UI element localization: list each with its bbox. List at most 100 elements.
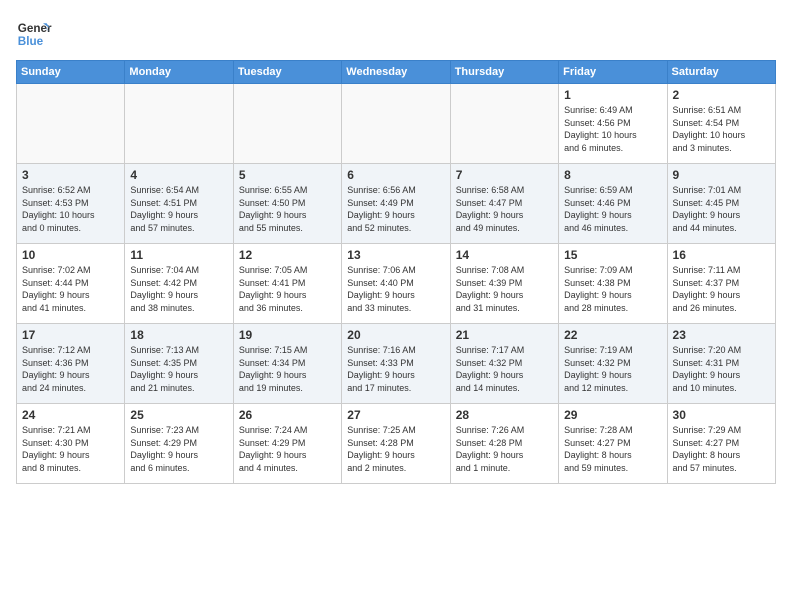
calendar-cell: 5 Sunrise: 6:55 AM Sunset: 4:50 PM Daylig… — [233, 164, 341, 244]
calendar-header-thursday: Thursday — [450, 61, 558, 84]
calendar-header-saturday: Saturday — [667, 61, 775, 84]
day-info: Sunrise: 7:02 AM Sunset: 4:44 PM Dayligh… — [22, 264, 119, 314]
calendar-header-monday: Monday — [125, 61, 233, 84]
calendar-cell — [233, 84, 341, 164]
calendar-cell: 8 Sunrise: 6:59 AM Sunset: 4:46 PM Daylig… — [559, 164, 667, 244]
day-info: Sunrise: 7:12 AM Sunset: 4:36 PM Dayligh… — [22, 344, 119, 394]
calendar-header-sunday: Sunday — [17, 61, 125, 84]
day-number: 14 — [456, 248, 553, 262]
day-info: Sunrise: 6:56 AM Sunset: 4:49 PM Dayligh… — [347, 184, 444, 234]
calendar-cell: 19Sunrise: 7:15 AM Sunset: 4:34 PM Dayli… — [233, 324, 341, 404]
calendar-cell — [17, 84, 125, 164]
day-number: 22 — [564, 328, 661, 342]
logo-icon: General Blue — [16, 16, 52, 52]
calendar-cell: 22Sunrise: 7:19 AM Sunset: 4:32 PM Dayli… — [559, 324, 667, 404]
calendar-cell: 24 Sunrise: 7:21 AM Sunset: 4:30 PM Dayli… — [17, 404, 125, 484]
day-number: 15 — [564, 248, 661, 262]
day-info: Sunrise: 7:06 AM Sunset: 4:40 PM Dayligh… — [347, 264, 444, 314]
calendar-cell: 13 Sunrise: 7:06 AM Sunset: 4:40 PM Dayli… — [342, 244, 450, 324]
calendar-cell: 15Sunrise: 7:09 AM Sunset: 4:38 PM Dayli… — [559, 244, 667, 324]
calendar-cell — [450, 84, 558, 164]
day-info: Sunrise: 6:55 AM Sunset: 4:50 PM Dayligh… — [239, 184, 336, 234]
calendar-cell: 10 Sunrise: 7:02 AM Sunset: 4:44 PM Dayli… — [17, 244, 125, 324]
day-number: 10 — [22, 248, 119, 262]
calendar-cell: 1Sunrise: 6:49 AM Sunset: 4:56 PM Daylig… — [559, 84, 667, 164]
day-number: 21 — [456, 328, 553, 342]
calendar-header-row: SundayMondayTuesdayWednesdayThursdayFrid… — [17, 61, 776, 84]
day-info: Sunrise: 7:29 AM Sunset: 4:27 PM Dayligh… — [673, 424, 770, 474]
calendar-week-row-2: 3Sunrise: 6:52 AM Sunset: 4:53 PM Daylig… — [17, 164, 776, 244]
day-info: Sunrise: 7:01 AM Sunset: 4:45 PM Dayligh… — [673, 184, 770, 234]
day-number: 16 — [673, 248, 770, 262]
day-number: 8 — [564, 168, 661, 182]
day-number: 3 — [22, 168, 119, 182]
day-number: 7 — [456, 168, 553, 182]
calendar-cell: 21 Sunrise: 7:17 AM Sunset: 4:32 PM Dayli… — [450, 324, 558, 404]
calendar-cell: 30 Sunrise: 7:29 AM Sunset: 4:27 PM Dayli… — [667, 404, 775, 484]
calendar-cell: 11 Sunrise: 7:04 AM Sunset: 4:42 PM Dayli… — [125, 244, 233, 324]
day-info: Sunrise: 7:28 AM Sunset: 4:27 PM Dayligh… — [564, 424, 661, 474]
calendar-cell: 16 Sunrise: 7:11 AM Sunset: 4:37 PM Dayli… — [667, 244, 775, 324]
day-number: 4 — [130, 168, 227, 182]
day-info: Sunrise: 7:25 AM Sunset: 4:28 PM Dayligh… — [347, 424, 444, 474]
day-number: 28 — [456, 408, 553, 422]
day-info: Sunrise: 7:05 AM Sunset: 4:41 PM Dayligh… — [239, 264, 336, 314]
calendar-cell: 29 Sunrise: 7:28 AM Sunset: 4:27 PM Dayli… — [559, 404, 667, 484]
day-number: 9 — [673, 168, 770, 182]
day-info: Sunrise: 6:51 AM Sunset: 4:54 PM Dayligh… — [673, 104, 770, 154]
day-info: Sunrise: 7:26 AM Sunset: 4:28 PM Dayligh… — [456, 424, 553, 474]
calendar-header-friday: Friday — [559, 61, 667, 84]
day-number: 6 — [347, 168, 444, 182]
calendar-cell — [342, 84, 450, 164]
day-number: 30 — [673, 408, 770, 422]
day-number: 12 — [239, 248, 336, 262]
calendar-cell: 9 Sunrise: 7:01 AM Sunset: 4:45 PM Daylig… — [667, 164, 775, 244]
logo: General Blue — [16, 16, 52, 52]
day-info: Sunrise: 7:11 AM Sunset: 4:37 PM Dayligh… — [673, 264, 770, 314]
day-number: 13 — [347, 248, 444, 262]
calendar-cell: 28 Sunrise: 7:26 AM Sunset: 4:28 PM Dayli… — [450, 404, 558, 484]
day-info: Sunrise: 7:21 AM Sunset: 4:30 PM Dayligh… — [22, 424, 119, 474]
calendar-cell: 4Sunrise: 6:54 AM Sunset: 4:51 PM Daylig… — [125, 164, 233, 244]
day-number: 18 — [130, 328, 227, 342]
day-number: 2 — [673, 88, 770, 102]
day-info: Sunrise: 7:08 AM Sunset: 4:39 PM Dayligh… — [456, 264, 553, 314]
calendar-cell: 25 Sunrise: 7:23 AM Sunset: 4:29 PM Dayli… — [125, 404, 233, 484]
day-number: 24 — [22, 408, 119, 422]
day-info: Sunrise: 7:24 AM Sunset: 4:29 PM Dayligh… — [239, 424, 336, 474]
calendar-week-row-3: 10 Sunrise: 7:02 AM Sunset: 4:44 PM Dayli… — [17, 244, 776, 324]
day-info: Sunrise: 7:23 AM Sunset: 4:29 PM Dayligh… — [130, 424, 227, 474]
day-info: Sunrise: 7:17 AM Sunset: 4:32 PM Dayligh… — [456, 344, 553, 394]
calendar-week-row-5: 24 Sunrise: 7:21 AM Sunset: 4:30 PM Dayli… — [17, 404, 776, 484]
day-number: 20 — [347, 328, 444, 342]
calendar-cell: 7 Sunrise: 6:58 AM Sunset: 4:47 PM Daylig… — [450, 164, 558, 244]
day-info: Sunrise: 7:04 AM Sunset: 4:42 PM Dayligh… — [130, 264, 227, 314]
calendar-cell: 3Sunrise: 6:52 AM Sunset: 4:53 PM Daylig… — [17, 164, 125, 244]
day-number: 5 — [239, 168, 336, 182]
calendar-cell: 6 Sunrise: 6:56 AM Sunset: 4:49 PM Daylig… — [342, 164, 450, 244]
svg-text:Blue: Blue — [18, 35, 44, 48]
day-number: 27 — [347, 408, 444, 422]
calendar-week-row-1: 1Sunrise: 6:49 AM Sunset: 4:56 PM Daylig… — [17, 84, 776, 164]
calendar-table: SundayMondayTuesdayWednesdayThursdayFrid… — [16, 60, 776, 484]
calendar-cell: 17 Sunrise: 7:12 AM Sunset: 4:36 PM Dayli… — [17, 324, 125, 404]
day-number: 11 — [130, 248, 227, 262]
day-info: Sunrise: 6:58 AM Sunset: 4:47 PM Dayligh… — [456, 184, 553, 234]
day-number: 25 — [130, 408, 227, 422]
day-number: 23 — [673, 328, 770, 342]
day-number: 29 — [564, 408, 661, 422]
calendar-cell: 27 Sunrise: 7:25 AM Sunset: 4:28 PM Dayli… — [342, 404, 450, 484]
day-info: Sunrise: 6:49 AM Sunset: 4:56 PM Dayligh… — [564, 104, 661, 154]
calendar-cell: 26 Sunrise: 7:24 AM Sunset: 4:29 PM Dayli… — [233, 404, 341, 484]
day-info: Sunrise: 7:16 AM Sunset: 4:33 PM Dayligh… — [347, 344, 444, 394]
calendar-cell: 2 Sunrise: 6:51 AM Sunset: 4:54 PM Daylig… — [667, 84, 775, 164]
calendar-cell: 20 Sunrise: 7:16 AM Sunset: 4:33 PM Dayli… — [342, 324, 450, 404]
calendar-cell: 12 Sunrise: 7:05 AM Sunset: 4:41 PM Dayli… — [233, 244, 341, 324]
day-info: Sunrise: 7:13 AM Sunset: 4:35 PM Dayligh… — [130, 344, 227, 394]
day-info: Sunrise: 7:20 AM Sunset: 4:31 PM Dayligh… — [673, 344, 770, 394]
day-info: Sunrise: 6:59 AM Sunset: 4:46 PM Dayligh… — [564, 184, 661, 234]
day-number: 26 — [239, 408, 336, 422]
day-number: 17 — [22, 328, 119, 342]
day-info: Sunrise: 7:15 AM Sunset: 4:34 PM Dayligh… — [239, 344, 336, 394]
calendar-header-tuesday: Tuesday — [233, 61, 341, 84]
